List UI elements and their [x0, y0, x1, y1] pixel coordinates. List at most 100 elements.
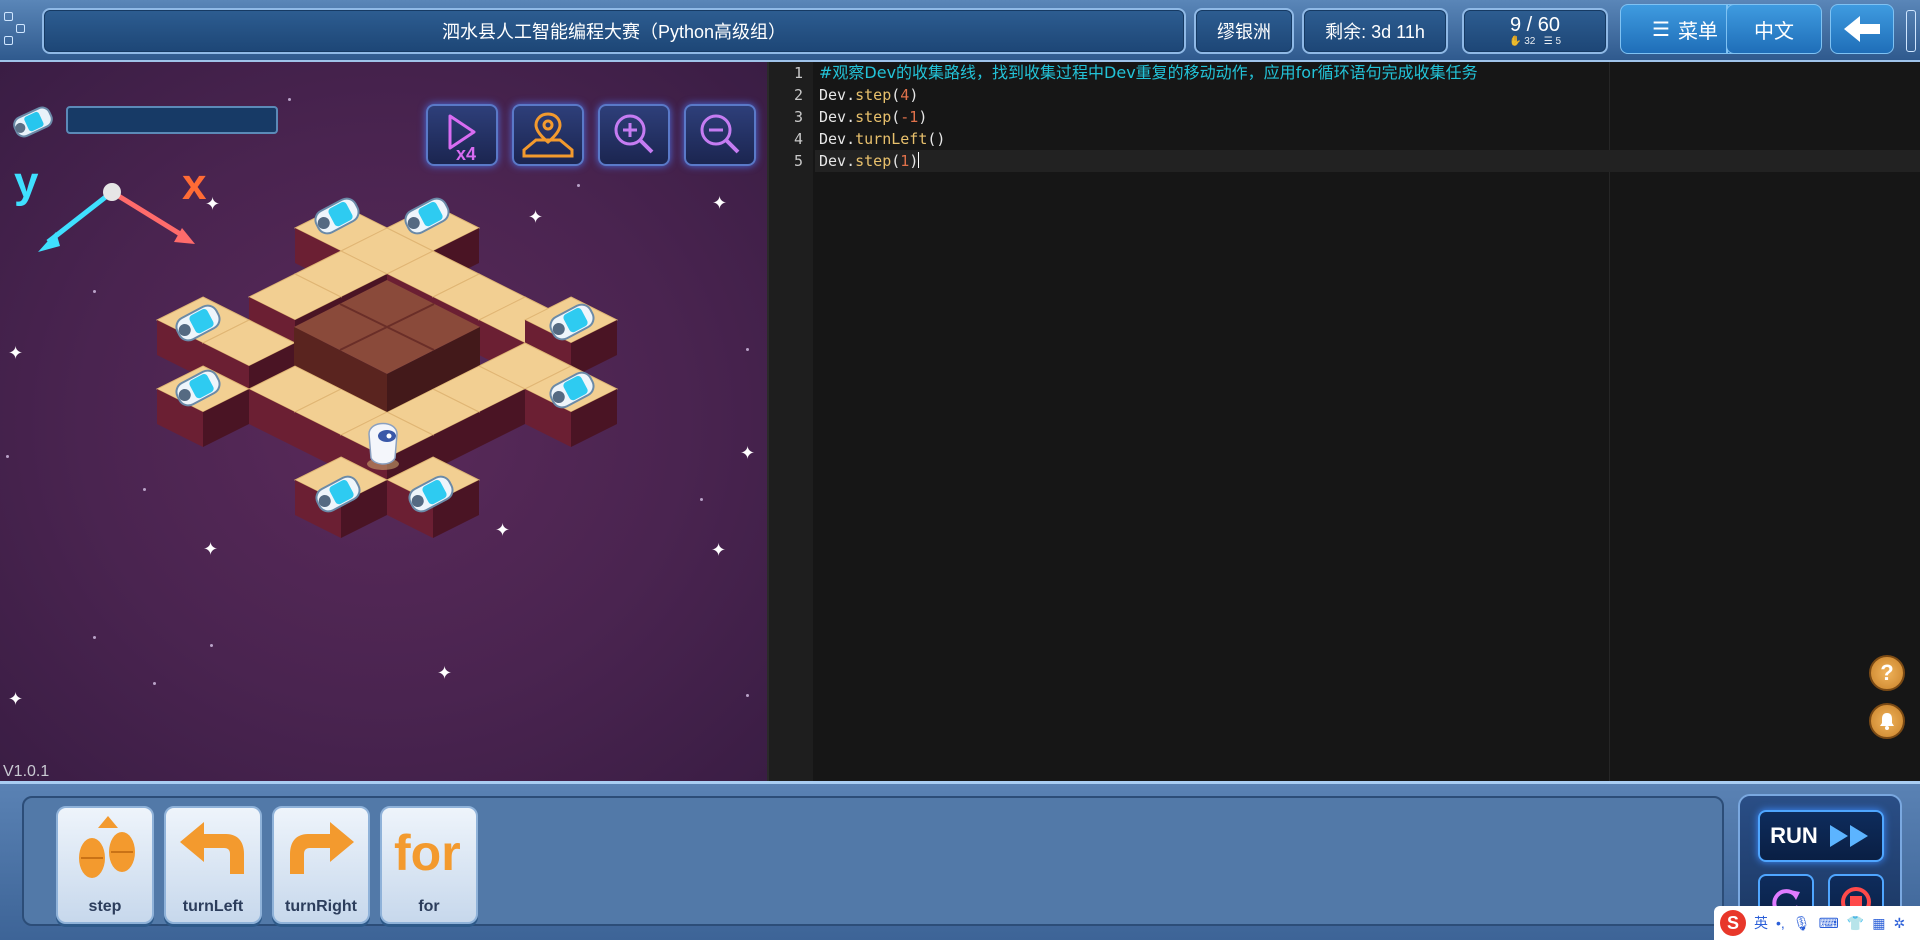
star-decor: ✦ — [8, 343, 24, 363]
help-button[interactable]: ? — [1869, 655, 1905, 691]
turn-left-icon — [180, 822, 244, 874]
bell-icon — [1880, 713, 1894, 730]
block-turn-right[interactable]: turnRight — [272, 806, 370, 924]
code-object: Dev. — [819, 86, 856, 104]
star-dot — [153, 682, 156, 685]
contest-title-text: 泗水县人工智能编程大赛（Python高级组） — [441, 22, 787, 42]
code-function: step — [855, 108, 892, 126]
microphone-icon[interactable]: 🎙 — [1793, 915, 1811, 932]
code-line[interactable]: Dev.turnLeft() — [815, 128, 1920, 150]
fast-forward-icon — [1829, 825, 1868, 847]
hand-icon: ✋ — [1508, 36, 1522, 47]
level-counter: 9 / 60 — [1509, 14, 1561, 36]
for-loop-icon: for — [394, 825, 461, 881]
star-dot — [746, 694, 749, 697]
list-icon: ☰ — [1652, 18, 1670, 41]
code-function: step — [855, 86, 892, 104]
stat-1: 32 — [1524, 36, 1536, 47]
question-icon: ? — [1880, 660, 1894, 685]
star-dot — [700, 498, 703, 501]
time-remaining: 剩余: 3d 11h — [1302, 8, 1448, 54]
star-decor: ✦ — [711, 540, 727, 560]
footsteps-icon — [79, 816, 135, 878]
code-paren: ) — [918, 108, 928, 126]
ime-toolbar[interactable]: S 英 •, 🎙 ⌨ 👕 ▦ ✲ — [1714, 906, 1920, 940]
code-object: Dev. — [819, 130, 856, 148]
game-view[interactable]: ✦ ✦ ✦ ✦ ✦ ✦ ✦ ✦ ✦ ✦ x4 y x V1.0.1 — [0, 62, 767, 781]
settings-icon[interactable]: ✲ — [1893, 915, 1905, 932]
code-editor[interactable]: 1 2 3 4 5 #观察Dev的收集路线，找到收集过程中Dev重复的移动动作，… — [767, 62, 1920, 781]
punctuation-icon[interactable]: •, — [1776, 915, 1785, 931]
code-paren: ( — [891, 108, 901, 126]
axis-y-label: y — [14, 158, 39, 207]
ime-mode-label[interactable]: 英 — [1754, 913, 1768, 933]
code-argument: 4 — [900, 86, 910, 104]
apps-icon[interactable]: ▦ — [1872, 915, 1885, 932]
level-stats: ✋ 32 ☰ 5 — [1509, 36, 1561, 48]
level-progress: 9 / 60 ✋ 32 ☰ 5 — [1462, 8, 1608, 54]
code-comment: #观察Dev的收集路线，找到收集过程中Dev重复的移动动作，应用for循环语句完… — [819, 63, 1478, 82]
line-number: 4 — [793, 130, 803, 148]
star-dot — [210, 644, 213, 647]
notification-button[interactable] — [1869, 703, 1905, 739]
block-label: turnLeft — [182, 898, 244, 915]
zoom-out-icon — [700, 114, 740, 154]
block-label: turnRight — [285, 898, 357, 915]
block-for[interactable]: for for — [380, 806, 478, 924]
line-number: 2 — [793, 86, 803, 104]
code-line-active[interactable]: Dev.step(1) — [815, 150, 1920, 172]
turn-right-icon — [290, 822, 354, 874]
code-function: step — [855, 152, 892, 170]
run-label: RUN — [1770, 823, 1818, 848]
star-dot — [6, 455, 9, 458]
block-label: step — [88, 898, 122, 915]
line-number: 3 — [793, 108, 803, 126]
zoom-out-button[interactable] — [684, 104, 756, 166]
star-dot — [746, 348, 749, 351]
code-line[interactable]: Dev.step(-1) — [815, 106, 1920, 128]
stat-2: 5 — [1555, 36, 1561, 47]
code-paren: () — [927, 130, 946, 148]
star-decor: ✦ — [437, 663, 453, 683]
sogou-logo-icon: S — [1720, 910, 1746, 936]
code-argument: -1 — [900, 108, 919, 126]
code-paren: ( — [891, 152, 901, 170]
line-number-gutter: 1 2 3 4 5 — [769, 62, 813, 781]
skin-icon[interactable]: 👕 — [1847, 915, 1864, 932]
line-number: 5 — [793, 152, 803, 170]
star-decor: ✦ — [712, 193, 728, 213]
command-block-tray: step turnLeft turnRight for for — [22, 796, 1724, 926]
star-decor: ✦ — [8, 689, 24, 709]
back-button[interactable] — [1830, 4, 1894, 54]
run-button[interactable]: RUN — [1758, 810, 1884, 862]
user-name: 缪银洲 — [1194, 8, 1294, 54]
block-step[interactable]: step — [56, 806, 154, 924]
bottom-toolbar: step turnLeft turnRight for for RUN — [0, 781, 1920, 940]
window-grip-icon — [4, 12, 26, 46]
language-button[interactable]: 中文 — [1726, 4, 1822, 54]
code-object: Dev. — [819, 152, 856, 170]
star-dot — [93, 636, 96, 639]
svg-text:for: for — [394, 825, 461, 881]
block-label: for — [418, 898, 440, 915]
text-cursor — [918, 152, 920, 168]
code-line[interactable]: Dev.step(4) — [815, 84, 1920, 106]
window-edge-icon — [1906, 10, 1916, 52]
code-paren: ) — [909, 152, 919, 170]
block-turn-left[interactable]: turnLeft — [164, 806, 262, 924]
code-paren: ) — [909, 86, 919, 104]
star-decor: ✦ — [740, 443, 756, 463]
code-argument: 1 — [900, 152, 910, 170]
user-name-text: 缪银洲 — [1217, 22, 1271, 42]
star-dot — [288, 98, 291, 101]
arrow-left-icon — [1844, 16, 1880, 42]
code-function: turnLeft — [855, 130, 928, 148]
code-line[interactable]: #观察Dev的收集路线，找到收集过程中Dev重复的移动动作，应用for循环语句完… — [815, 62, 1920, 84]
code-lines[interactable]: #观察Dev的收集路线，找到收集过程中Dev重复的移动动作，应用for循环语句完… — [815, 62, 1920, 781]
keyboard-icon[interactable]: ⌨ — [1819, 915, 1839, 932]
battery-icon — [13, 106, 53, 138]
top-bar: 泗水县人工智能编程大赛（Python高级组） 缪银洲 剩余: 3d 11h 9 … — [0, 0, 1920, 62]
robot-dev — [367, 422, 399, 470]
code-object: Dev. — [819, 108, 856, 126]
menu-label: 菜单 — [1677, 20, 1718, 43]
